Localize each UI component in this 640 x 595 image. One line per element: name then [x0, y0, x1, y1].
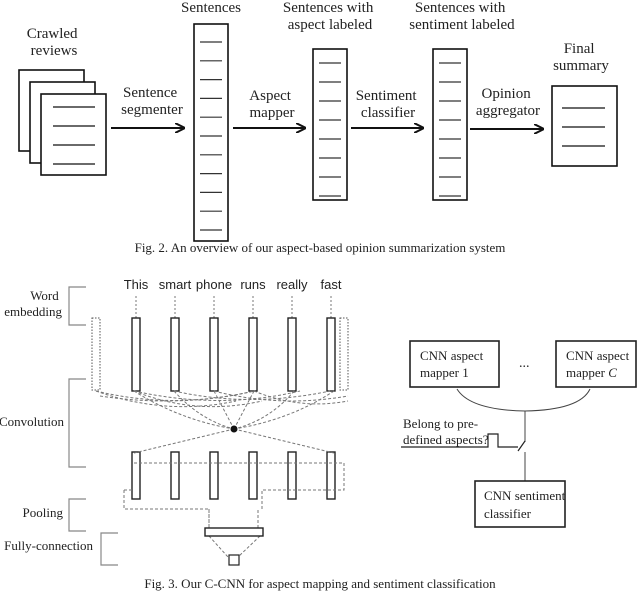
word-token: runs: [240, 277, 266, 292]
fig3-pipeline-diagram: CNN aspect mapper 1 ... CNN aspect mappe…: [401, 340, 637, 528]
label-sentiment-classifier: Sentiment classifier: [356, 88, 421, 121]
feature-map: [287, 451, 297, 500]
label-crawled-reviews: Crawled reviews: [27, 26, 82, 59]
label-sentiment-labeled: Sentences with sentiment labeled: [409, 0, 515, 33]
word-token: smart: [159, 277, 192, 292]
embedding-vector: [326, 317, 336, 392]
fig3-cnn-diagram: Word embedding Convolution Pooling Fully…: [0, 277, 349, 566]
embedding-vector: [131, 317, 141, 392]
ellipsis: ...: [519, 356, 530, 371]
feature-map: [131, 451, 141, 500]
question-label: Belong to pre- defined aspects?: [403, 416, 489, 447]
label-pooling: Pooling: [23, 505, 64, 520]
word-token: This: [124, 277, 149, 292]
convolution-node: [230, 425, 238, 433]
label-aspect-mapper: Aspect mapper: [249, 88, 294, 121]
word-token: fast: [321, 277, 342, 292]
fig2-diagram: Crawled reviews Sentence segmenter Sente…: [18, 0, 618, 255]
aspect-labeled-list-icon: [312, 48, 348, 201]
label-sentence-segmenter: Sentence segmenter: [121, 85, 183, 118]
label-final-summary: Final summary: [553, 41, 609, 74]
label-sentences: Sentences: [181, 0, 241, 16]
feature-map: [170, 451, 180, 500]
fig2-caption: Fig. 2. An overview of our aspect-based …: [135, 240, 506, 255]
embedding-vector: [248, 317, 258, 392]
output-node: [228, 554, 240, 566]
fc-layer-bar: [204, 527, 264, 537]
sentiment-labeled-list-icon: [432, 48, 468, 201]
embedding-vector: [287, 317, 297, 392]
fig3-caption: Fig. 3. Our C-CNN for aspect mapping and…: [144, 576, 496, 591]
figure-canvas: Crawled reviews Sentence segmenter Sente…: [0, 0, 637, 591]
documents-icon: [18, 69, 107, 176]
sentences-list-icon: [193, 23, 229, 242]
label-aspect-labeled: Sentences with aspect labeled: [283, 0, 377, 33]
final-summary-icon: [551, 85, 618, 167]
label-word-embedding: Word embedding: [4, 288, 62, 319]
feature-map: [209, 451, 219, 500]
word-token: really: [276, 277, 308, 292]
label-convolution: Convolution: [0, 414, 64, 429]
padding-embedding: [339, 317, 349, 391]
padding-embedding: [91, 317, 101, 391]
convolution-connections: [95, 390, 349, 558]
label-fully-connection: Fully-connection: [4, 538, 93, 553]
feature-map: [248, 451, 258, 500]
embedding-vector: [170, 317, 180, 392]
feature-map: [326, 451, 336, 500]
word-token: phone: [196, 277, 232, 292]
layer-brackets: [68, 286, 118, 566]
label-opinion-aggregator: Opinion aggregator: [476, 86, 540, 119]
embedding-vector: [209, 317, 219, 392]
